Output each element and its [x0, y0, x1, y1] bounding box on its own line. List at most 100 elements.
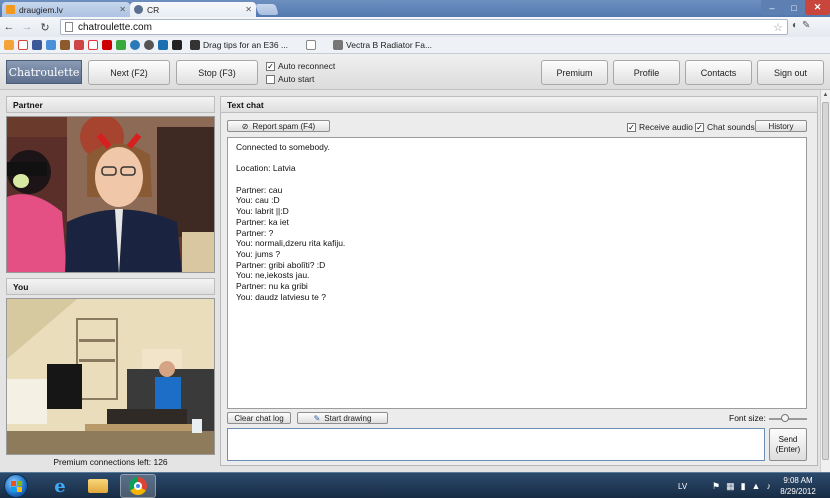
gmail-icon[interactable] [18, 40, 28, 50]
start-button[interactable] [4, 474, 28, 498]
text-chat-panel: Text chat ⊘ Report spam (F4) ✓ Receive a… [220, 96, 818, 466]
checkbox-unchecked-icon [266, 74, 275, 84]
windows-taskbar: e LV ⚑ ▦ ▮ ▲ ♪ 9:08 AM 8/29/2012 [0, 472, 830, 498]
tab-draugiem[interactable]: draugiem.lv ✕ [2, 2, 130, 17]
bookmarks-bar: Drag tips for an E36 ... Vectra B Radiat… [0, 37, 830, 54]
send-button[interactable]: Send (Enter) [769, 428, 807, 461]
address-bar[interactable]: chatroulette.com ☆ [60, 19, 788, 35]
bookmark-icon[interactable] [158, 40, 168, 50]
sign-out-button[interactable]: Sign out [757, 60, 824, 85]
profile-button[interactable]: Profile [613, 60, 680, 85]
you-video [6, 298, 215, 455]
message-input[interactable] [227, 428, 765, 461]
bookmark-icon[interactable] [74, 40, 84, 50]
receive-audio-checkbox[interactable]: ✓ Receive audio [627, 122, 693, 132]
checkbox-checked-icon: ✓ [695, 122, 704, 132]
browser-toolbar: ← → ↻ chatroulette.com ☆ ◐ ✎ [0, 17, 830, 37]
explorer-taskbar-button[interactable] [80, 474, 116, 498]
clear-chat-log-button[interactable]: Clear chat log [227, 412, 291, 424]
bookmark-link[interactable]: Drag tips for an E36 ... [190, 40, 288, 50]
signal-icon[interactable]: ▲ [752, 481, 761, 491]
bookmark-icon[interactable] [144, 40, 154, 50]
minimize-button[interactable]: – [761, 0, 783, 15]
bookmark-link[interactable] [306, 40, 325, 50]
history-button[interactable]: History [755, 120, 807, 132]
bookmark-icon[interactable] [46, 40, 56, 50]
chat-sounds-checkbox[interactable]: ✓ Chat sounds [695, 122, 755, 132]
premium-button[interactable]: Premium [541, 60, 608, 85]
premium-connections-text: Premium connections left: 126 [53, 457, 168, 467]
tab-cr[interactable]: CR ✕ [130, 2, 256, 17]
chat-message: Partner: nu ka gribi [236, 281, 308, 292]
close-window-button[interactable]: ✕ [805, 0, 830, 15]
start-drawing-button[interactable]: ✎ Start drawing [297, 412, 388, 424]
button-label: Report spam (F4) [252, 121, 316, 131]
network-icon[interactable]: ▦ [726, 481, 735, 492]
evernote-icon[interactable] [116, 40, 126, 50]
ebay-icon[interactable] [88, 40, 98, 50]
wrench-icon[interactable]: ✎ [802, 20, 810, 31]
extension-icon[interactable]: ◐ [792, 20, 798, 31]
bookmark-label: Drag tips for an E36 ... [203, 40, 289, 50]
back-arrow-icon: ← [3, 21, 15, 33]
report-spam-button[interactable]: ⊘ Report spam (F4) [227, 120, 330, 132]
tab-strip: draugiem.lv ✕ CR ✕ – □ ✕ [0, 0, 830, 17]
windows-logo-icon [10, 480, 22, 492]
pencil-icon: ✎ [313, 413, 321, 423]
bookmark-link[interactable]: Vectra B Radiator Fa... [333, 40, 432, 50]
url-text: chatroulette.com [78, 21, 152, 33]
slider-handle[interactable] [781, 414, 789, 422]
bookmark-icon[interactable] [60, 40, 70, 50]
scroll-up-icon[interactable]: ▲ [821, 90, 830, 100]
chrome-taskbar-button[interactable] [120, 474, 156, 498]
checkbox-label: Auto start [278, 74, 315, 84]
reload-button[interactable]: ↻ [36, 18, 54, 36]
back-button[interactable]: ← [0, 18, 18, 36]
new-tab-button[interactable] [255, 4, 279, 15]
system-tray: ⚑ ▦ ▮ ▲ ♪ [712, 473, 771, 498]
maximize-button[interactable]: □ [783, 0, 805, 15]
internet-explorer-taskbar-button[interactable]: e [42, 474, 78, 498]
tab-title: draugiem.lv [19, 4, 63, 15]
facebook-icon[interactable] [32, 40, 42, 50]
page-icon [65, 22, 73, 32]
bookmark-icon[interactable] [172, 40, 182, 50]
contacts-button[interactable]: Contacts [685, 60, 752, 85]
battery-icon[interactable]: ▮ [741, 481, 746, 492]
language-indicator[interactable]: LV [678, 473, 687, 498]
chat-message: You: cau :D [236, 195, 280, 206]
tab-title: CR [147, 4, 160, 15]
chat-message: You: ne,iekosts jau. [236, 270, 310, 281]
auto-start-checkbox[interactable]: Auto start [266, 74, 314, 84]
taskbar-clock[interactable]: 9:08 AM 8/29/2012 [770, 475, 826, 497]
close-tab-icon[interactable]: ✕ [245, 5, 252, 14]
flag-icon[interactable]: ⚑ [712, 481, 720, 492]
chat-message: Partner: ka iet [236, 216, 289, 227]
chat-message: You: normali,dzeru rita kafiju. [236, 238, 346, 249]
draugiem-favicon-icon [6, 5, 15, 14]
close-tab-icon[interactable]: ✕ [119, 5, 126, 14]
bookmark-icon[interactable] [4, 40, 14, 50]
partner-header: Partner [6, 96, 215, 113]
you-header: You [6, 278, 215, 295]
clock-date: 8/29/2012 [780, 487, 816, 496]
bookmark-icon [333, 40, 344, 50]
chat-message [236, 174, 798, 185]
scrollbar-thumb[interactable] [822, 102, 829, 460]
text-chat-header: Text chat [220, 96, 818, 113]
bookmark-star-icon[interactable]: ☆ [773, 21, 783, 34]
youtube-icon[interactable] [102, 40, 112, 50]
stop-button[interactable]: Stop (F3) [176, 60, 258, 85]
chat-message: Location: Latvia [236, 163, 296, 174]
chatroulette-logo[interactable]: Chatroulette [6, 60, 82, 84]
font-size-slider[interactable] [769, 414, 807, 422]
next-button[interactable]: Next (F2) [88, 60, 170, 85]
bookmark-label: Vectra B Radiator Fa... [346, 40, 433, 50]
page-scrollbar[interactable]: ▲ [820, 90, 830, 472]
send-label: Send [778, 435, 798, 444]
no-entry-icon: ⊘ [241, 121, 249, 131]
forward-button[interactable]: → [18, 18, 36, 36]
bookmark-icon[interactable] [130, 40, 140, 50]
extension-icons: ◐ ✎ [792, 20, 810, 31]
auto-reconnect-checkbox[interactable]: ✓ Auto reconnect [266, 61, 335, 71]
